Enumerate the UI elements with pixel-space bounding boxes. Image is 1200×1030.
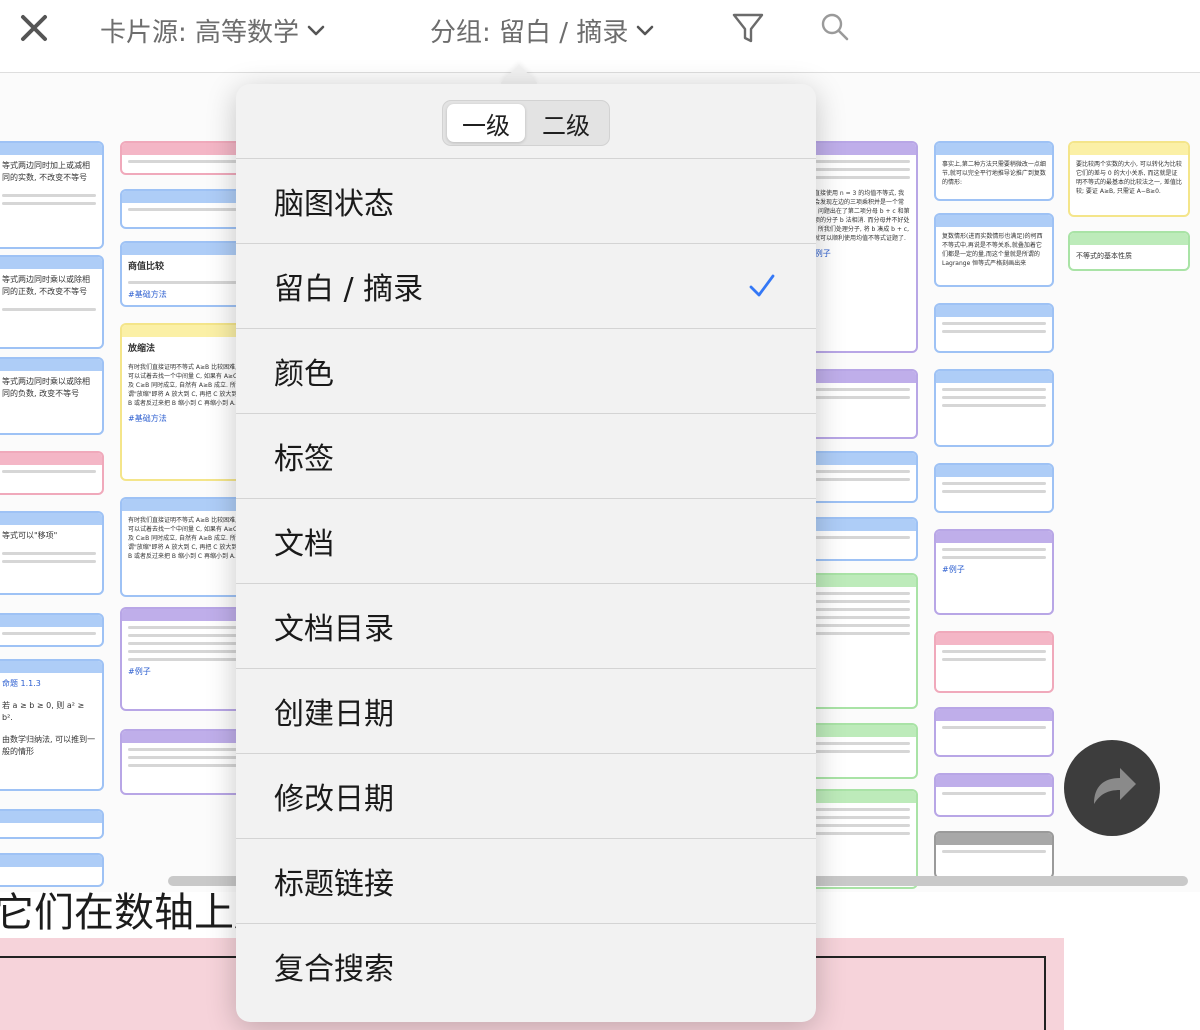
menu-item-label: 脑图状态 (274, 187, 394, 222)
card-text: 有时我们直接证明不等式 A≥B 比较困难, 可以试着去找一个中间量 C, 如果有… (128, 364, 238, 407)
card-tag: #例子 (128, 667, 151, 676)
card[interactable] (0, 809, 104, 839)
card[interactable]: 等式两边同时乘以或除相同的负数, 改变不等号 (0, 357, 104, 435)
card[interactable] (120, 729, 250, 795)
card-text: 等式两边同时乘以或除相同的正数, 不改变不等号 (2, 275, 90, 296)
share-button[interactable] (1064, 740, 1160, 836)
card[interactable]: 命题 1.1.3 若 a ≥ b ≥ 0, 则 a² ≥ b². 由数学归纳法,… (0, 659, 104, 791)
card-text: 命题 1.1.3 (2, 679, 41, 688)
card[interactable]: #例子 (120, 607, 250, 711)
chevron-down-icon (307, 25, 325, 35)
card-text: 复数情形(进而实数情形也满足)的柯西不等式中,再说是不等关系,就叠加着它们都是一… (942, 233, 1043, 267)
menu-item-compound-search[interactable]: 复合搜索 (236, 923, 816, 1008)
close-icon[interactable] (16, 10, 52, 46)
menu-item-label: 颜色 (274, 357, 334, 392)
card-source-label: 卡片源: 高等数学 (100, 18, 300, 48)
menu-item-mindmap-state[interactable]: 脑图状态 (236, 158, 816, 243)
group-selector[interactable]: 分组: 留白 / 摘录 (430, 12, 654, 49)
menu-item-label: 留白 / 摘录 (274, 272, 424, 307)
card[interactable]: 不等式的基本性质 (1068, 231, 1190, 271)
document-text: 它们在数轴上所 (0, 890, 274, 936)
card[interactable] (120, 189, 250, 229)
card[interactable] (934, 463, 1054, 513)
group-label: 分组: 留白 / 摘录 (430, 18, 629, 48)
menu-item-label: 修改日期 (274, 782, 394, 817)
menu-item-label: 文档目录 (274, 612, 394, 647)
card[interactable]: 复数情形(进而实数情形也满足)的柯西不等式中,再说是不等关系,就叠加着它们都是一… (934, 213, 1054, 287)
menu-item-label: 文档 (274, 527, 334, 562)
card[interactable] (800, 517, 918, 561)
share-arrow-icon (1094, 768, 1136, 804)
card-text: 由数学归纳法, 可以推到一般的情形 (2, 735, 96, 756)
card[interactable] (800, 723, 918, 779)
menu-item-blank-excerpt[interactable]: 留白 / 摘录 (236, 243, 816, 328)
card[interactable] (934, 831, 1054, 879)
menu-item-modified-date[interactable]: 修改日期 (236, 753, 816, 838)
card[interactable] (120, 141, 250, 175)
menu-item-label: 标签 (274, 442, 334, 477)
card[interactable]: 等式两边同时加上或减相同的实数, 不改变不等号 (0, 141, 104, 249)
card-title: 放缩法 (128, 344, 156, 354)
search-icon[interactable] (820, 12, 850, 42)
card[interactable] (800, 451, 918, 503)
card-tag: #例子 (942, 565, 965, 574)
segment-level-2[interactable]: 二级 (527, 104, 605, 142)
filter-icon[interactable] (730, 10, 766, 46)
card-text: 事实上,第二种方法只需要稍微改一点细节,就可以完全平行地推导论推广到复数的情形: (942, 161, 1046, 186)
card[interactable]: 事实上,第二种方法只需要稍微改一点细节,就可以完全平行地推导论推广到复数的情形: (934, 141, 1054, 201)
menu-item-label: 复合搜索 (274, 952, 394, 987)
card[interactable] (800, 789, 918, 889)
segment-level-1[interactable]: 一级 (447, 104, 525, 142)
group-by-popover: 一级 二级 脑图状态 留白 / 摘录 颜色 标签 文档 文档目录 创建日期 修改… (236, 84, 816, 1022)
card[interactable]: 等式可以"移项" (0, 511, 104, 595)
card-text: 有时我们直接证明不等式 A≥B 比较困难, 可以试着去找一个中间量 C, 如果有… (128, 517, 238, 560)
menu-item-created-date[interactable]: 创建日期 (236, 668, 816, 753)
card[interactable] (934, 773, 1054, 817)
card[interactable] (0, 613, 104, 647)
top-toolbar: 卡片源: 高等数学 分组: 留白 / 摘录 (0, 0, 1200, 62)
menu-item-color[interactable]: 颜色 (236, 328, 816, 413)
card[interactable]: 有时我们直接证明不等式 A≥B 比较困难, 可以试着去找一个中间量 C, 如果有… (120, 497, 250, 597)
card[interactable]: 放缩法 有时我们直接证明不等式 A≥B 比较困难, 可以试着去找一个中间量 C,… (120, 323, 250, 481)
card[interactable]: 要比较两个实数的大小, 可以转化为比较它们的差与 0 的大小关系, 而这就是证明… (1068, 141, 1190, 217)
card[interactable]: 商值比较 #基础方法 (120, 241, 250, 307)
menu-item-label: 创建日期 (274, 697, 394, 732)
card-tag: #基础方法 (128, 290, 167, 299)
card-title: 商值比较 (128, 262, 165, 272)
card[interactable] (934, 369, 1054, 447)
checkmark-icon (749, 274, 775, 297)
level-segmented-control[interactable]: 一级 二级 (442, 100, 610, 146)
card-text: 要比较两个实数的大小, 可以转化为比较它们的差与 0 的大小关系, 而这就是证明… (1076, 161, 1182, 195)
card-text: 显直接使用 n = 3 的均值不等式, 我们会发现左边的三项乘积并是一个常数. … (808, 190, 910, 242)
chevron-down-icon (637, 25, 654, 35)
menu-item-document[interactable]: 文档 (236, 498, 816, 583)
card-text: 不等式的基本性质 (1076, 252, 1132, 260)
card-text: 等式两边同时加上或减相同的实数, 不改变不等号 (2, 161, 90, 182)
menu-item-tags[interactable]: 标签 (236, 413, 816, 498)
card[interactable]: 显直接使用 n = 3 的均值不等式, 我们会发现左边的三项乘积并是一个常数. … (800, 141, 918, 353)
card-text: 若 a ≥ b ≥ 0, 则 a² ≥ b². (2, 701, 85, 722)
card-tag: #基础方法 (128, 414, 167, 423)
menu-item-document-toc[interactable]: 文档目录 (236, 583, 816, 668)
card[interactable] (800, 369, 918, 439)
card[interactable] (934, 303, 1054, 353)
card[interactable] (934, 707, 1054, 757)
card-text: 等式两边同时乘以或除相同的负数, 改变不等号 (2, 377, 90, 398)
card[interactable]: 等式两边同时乘以或除相同的正数, 不改变不等号 (0, 255, 104, 349)
group-by-menu: 脑图状态 留白 / 摘录 颜色 标签 文档 文档目录 创建日期 修改日期 标题链… (236, 158, 816, 1008)
card[interactable] (934, 631, 1054, 693)
menu-item-label: 标题链接 (274, 867, 394, 902)
card[interactable]: #例子 (934, 529, 1054, 615)
card[interactable] (800, 573, 918, 709)
card-source-selector[interactable]: 卡片源: 高等数学 (100, 12, 325, 49)
card[interactable] (0, 451, 104, 495)
menu-item-title-link[interactable]: 标题链接 (236, 838, 816, 923)
card-text: 等式可以"移项" (2, 531, 58, 540)
card-tag: #例子 (808, 249, 831, 258)
